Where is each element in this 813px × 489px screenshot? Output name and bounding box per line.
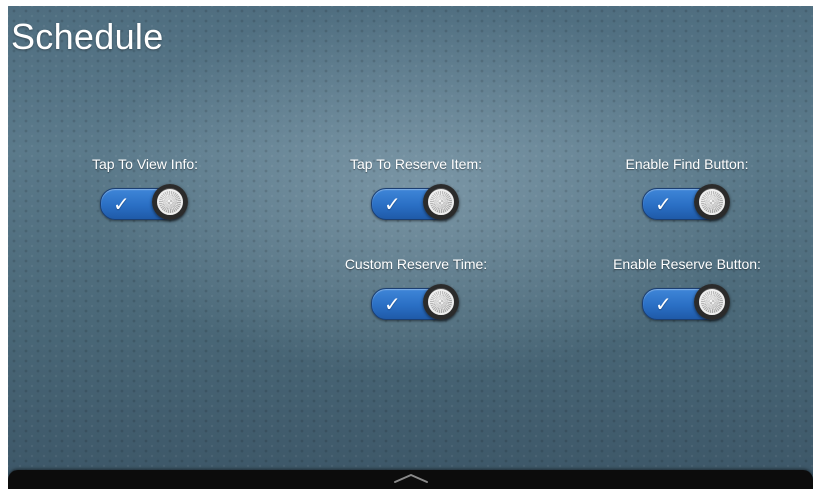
bottom-drawer-bar	[8, 470, 813, 489]
setting-tap-to-view-info: Tap To View Info: ✓	[25, 156, 265, 226]
setting-label: Enable Find Button:	[625, 156, 749, 172]
page-title: Schedule	[11, 16, 164, 57]
toggle-tap-to-reserve-item[interactable]: ✓	[369, 183, 463, 221]
chevron-up-icon[interactable]	[391, 470, 431, 484]
check-icon: ✓	[655, 192, 672, 216]
toggle-knob[interactable]	[694, 284, 730, 320]
toggle-knob[interactable]	[423, 184, 459, 220]
toggle-knob[interactable]	[152, 184, 188, 220]
toggle-tap-to-view-info[interactable]: ✓	[98, 183, 192, 221]
setting-custom-reserve-time: Custom Reserve Time: ✓	[296, 256, 536, 326]
setting-label: Enable Reserve Button:	[613, 256, 761, 272]
check-icon: ✓	[113, 192, 130, 216]
setting-label: Tap To View Info:	[91, 156, 199, 172]
toggle-knob[interactable]	[694, 184, 730, 220]
check-icon: ✓	[655, 292, 672, 316]
toggle-knob[interactable]	[423, 284, 459, 320]
setting-label: Custom Reserve Time:	[344, 256, 488, 272]
schedule-screen: Schedule Tap To View Info: ✓ Tap To Rese…	[8, 6, 813, 489]
check-icon: ✓	[384, 192, 401, 216]
setting-tap-to-reserve-item: Tap To Reserve Item: ✓	[296, 156, 536, 226]
setting-label: Tap To Reserve Item:	[349, 156, 483, 172]
toggle-custom-reserve-time[interactable]: ✓	[369, 283, 463, 321]
setting-enable-find-button: Enable Find Button: ✓	[567, 156, 807, 226]
toggle-enable-find-button[interactable]: ✓	[640, 183, 734, 221]
hex-pattern-background	[8, 6, 813, 489]
toggle-enable-reserve-button[interactable]: ✓	[640, 283, 734, 321]
check-icon: ✓	[384, 292, 401, 316]
setting-enable-reserve-button: Enable Reserve Button: ✓	[567, 256, 807, 326]
